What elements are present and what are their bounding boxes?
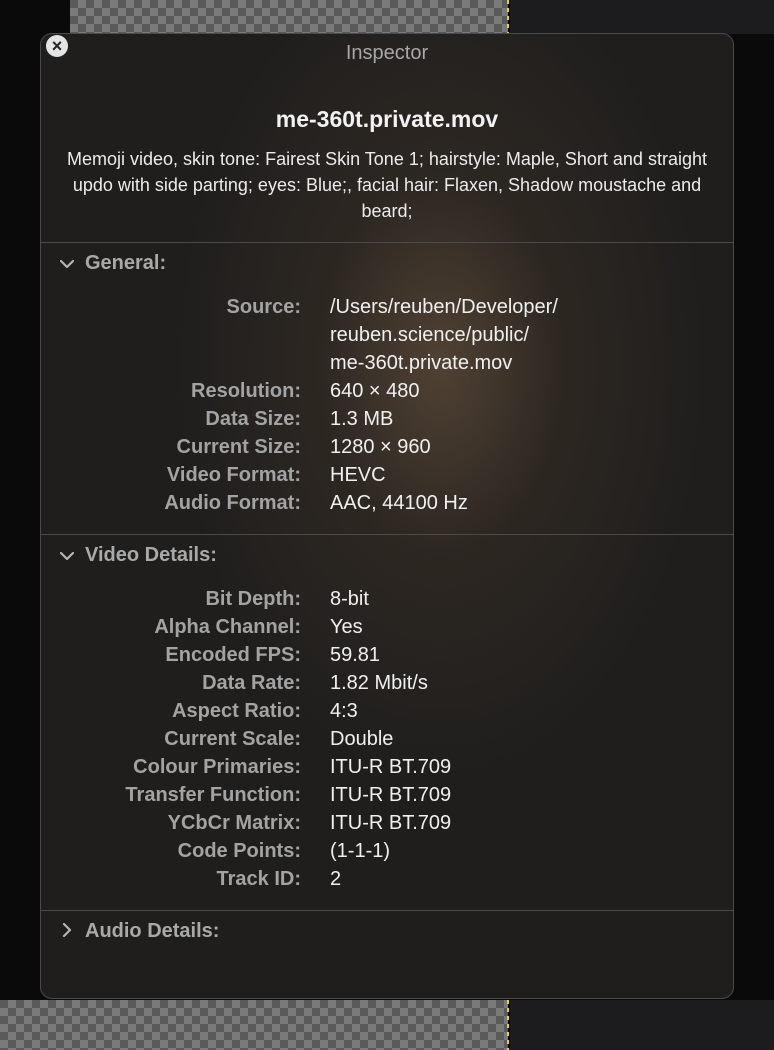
close-icon: ×	[51, 36, 63, 56]
info-value: Yes	[330, 616, 363, 638]
background-strip-top	[510, 0, 774, 34]
section-toggle-audio-details[interactable]: Audio Details:	[57, 920, 219, 943]
info-label: Code Points:	[177, 840, 301, 862]
info-row-track-id: Track ID: 2	[41, 865, 733, 893]
section-title-general: General:	[85, 252, 167, 274]
playhead-guide-top	[507, 0, 509, 34]
info-row-data-size: Data Size: 1.3 MB	[41, 405, 733, 433]
info-row-video-format: Video Format: HEVC	[41, 461, 733, 489]
chevron-down-icon	[57, 256, 77, 273]
background-strip-bottom	[510, 1000, 774, 1050]
info-label: YCbCr Matrix:	[167, 812, 301, 834]
info-label: Audio Format:	[164, 492, 301, 514]
info-row-source: Source: /Users/reuben/Developer/ reuben.…	[41, 293, 733, 374]
info-row-alpha-channel: Alpha Channel: Yes	[41, 613, 733, 641]
info-value: HEVC	[330, 464, 386, 486]
info-label: Video Format:	[166, 464, 301, 486]
source-path-line: me-360t.private.mov	[330, 352, 513, 374]
info-label: Colour Primaries:	[133, 756, 301, 778]
info-row-bit-depth: Bit Depth: 8-bit	[41, 585, 733, 613]
window-title: Inspector	[345, 42, 429, 64]
section-title-video-details: Video Details:	[85, 544, 217, 566]
playhead-guide-bottom	[507, 1000, 509, 1050]
info-value: 1280 × 960	[330, 436, 431, 458]
info-value: ITU-R BT.709	[330, 812, 452, 834]
info-label: Transfer Function:	[125, 784, 301, 806]
info-row-code-points: Code Points: (1-1-1)	[41, 837, 733, 865]
chevron-down-icon	[57, 548, 77, 565]
info-value: AAC, 44100 Hz	[330, 492, 468, 514]
info-label: Aspect Ratio:	[172, 700, 301, 722]
transparency-checkerboard-top	[70, 0, 508, 34]
info-row-data-rate: Data Rate: 1.82 Mbit/s	[41, 669, 733, 697]
divider	[41, 242, 733, 243]
divider	[41, 534, 733, 535]
close-button[interactable]: ×	[46, 35, 68, 57]
info-label: Data Size:	[205, 408, 301, 430]
info-label: Alpha Channel:	[154, 616, 301, 638]
info-label: Bit Depth:	[205, 588, 301, 610]
info-label: Track ID:	[216, 868, 301, 890]
info-value: Double	[330, 728, 394, 750]
info-label: Source:	[226, 296, 301, 318]
title-bar[interactable]: Inspector	[41, 34, 733, 72]
source-path-line: /Users/reuben/Developer/	[330, 296, 558, 318]
info-value: 4:3	[330, 700, 358, 722]
info-label: Current Scale:	[164, 728, 301, 750]
info-row-colour-primaries: Colour Primaries: ITU-R BT.709	[41, 753, 733, 781]
info-value: 2	[330, 868, 342, 890]
info-value: 1.82 Mbit/s	[330, 672, 428, 694]
info-row-resolution: Resolution: 640 × 480	[41, 377, 733, 405]
info-row-encoded-fps: Encoded FPS: 59.81	[41, 641, 733, 669]
info-value: ITU-R BT.709	[330, 756, 452, 778]
transparency-checkerboard-bottom	[0, 1000, 508, 1050]
chevron-right-icon	[57, 922, 77, 941]
info-row-ycbcr-matrix: YCbCr Matrix: ITU-R BT.709	[41, 809, 733, 837]
info-value: 640 × 480	[330, 380, 420, 402]
inspector-panel: Inspector me-360t.private.mov Memoji vid…	[40, 33, 734, 999]
info-value: 59.81	[330, 644, 381, 666]
info-row-current-size: Current Size: 1280 × 960	[41, 433, 733, 461]
section-toggle-video-details[interactable]: Video Details:	[57, 544, 217, 567]
file-name: me-360t.private.mov	[275, 106, 499, 132]
info-value: 8-bit	[330, 588, 369, 610]
info-row-transfer-function: Transfer Function: ITU-R BT.709	[41, 781, 733, 809]
source-path-line: reuben.science/public/	[330, 324, 530, 346]
divider	[41, 910, 733, 911]
info-label: Resolution:	[191, 380, 301, 402]
info-value: 1.3 MB	[330, 408, 394, 430]
info-value: ITU-R BT.709	[330, 784, 452, 806]
info-row-current-scale: Current Scale: Double	[41, 725, 733, 753]
section-toggle-general[interactable]: General:	[57, 252, 166, 275]
info-label: Current Size:	[176, 436, 301, 458]
info-label: Encoded FPS:	[165, 644, 301, 666]
file-description: Memoji video, skin tone: Fairest Skin To…	[67, 149, 707, 221]
info-row-audio-format: Audio Format: AAC, 44100 Hz	[41, 489, 733, 517]
info-row-aspect-ratio: Aspect Ratio: 4:3	[41, 697, 733, 725]
info-value: (1-1-1)	[330, 840, 391, 862]
info-value-source: /Users/reuben/Developer/ reuben.science/…	[330, 293, 558, 377]
section-title-audio-details: Audio Details:	[85, 920, 220, 942]
info-label: Data Rate:	[202, 672, 301, 694]
